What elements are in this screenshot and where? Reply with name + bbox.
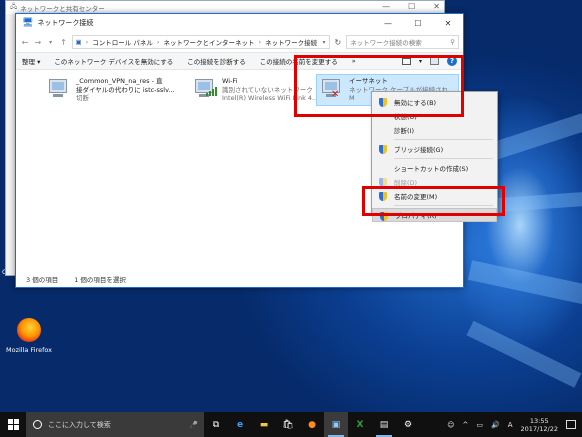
selected-count: 1 個の項目を選択 bbox=[74, 276, 126, 284]
firefox-icon[interactable]: ● bbox=[300, 412, 324, 437]
search-icon: ⚲ bbox=[450, 38, 455, 46]
menu-item-label: ブリッジ接続(G) bbox=[394, 146, 444, 154]
network-icon: 🖧 bbox=[10, 2, 18, 10]
close-icon[interactable]: ✕ bbox=[433, 2, 440, 11]
search-input[interactable]: ネットワーク接続の検索 ⚲ bbox=[346, 35, 459, 49]
breadcrumb-control-panel[interactable]: コントロール パネル bbox=[92, 37, 153, 47]
desktop-icon-firefox[interactable]: Mozilla Firefox bbox=[6, 318, 52, 354]
menu-separator bbox=[394, 139, 493, 140]
address-bar[interactable]: ▣ › コントロール パネル › ネットワークとインターネット › ネットワーク… bbox=[71, 35, 330, 49]
file-explorer-icon[interactable]: ▬ bbox=[252, 412, 276, 437]
uac-shield-icon bbox=[379, 145, 387, 154]
start-button[interactable] bbox=[0, 412, 26, 437]
network-connections-icon[interactable]: ▣ bbox=[324, 412, 348, 437]
forward-arrow-icon[interactable]: → bbox=[33, 38, 43, 47]
task-view-icon[interactable]: ⧉ bbox=[204, 412, 228, 437]
connection-vpn[interactable]: _Common_VPN_na_res - 直 接ダイヤルの代わりに istc-s… bbox=[46, 77, 196, 103]
menu-item-label: 診断(I) bbox=[394, 127, 414, 135]
window-title: ネットワーク接続 bbox=[37, 19, 94, 27]
show-hidden-icons-chevron-icon[interactable]: ^ bbox=[463, 421, 469, 429]
breadcrumb-separator: › bbox=[156, 38, 160, 46]
connection-detail: 接ダイヤルの代わりに istc-sslv... bbox=[76, 85, 175, 94]
action-center-icon[interactable] bbox=[566, 420, 576, 429]
microphone-icon[interactable]: 🎤 bbox=[189, 421, 198, 429]
status-bar: 3 個の項目 1 個の項目を選択 bbox=[16, 271, 463, 287]
connection-status: 切断 bbox=[76, 94, 89, 102]
light-ray bbox=[466, 320, 582, 388]
control-panel-icon: ▣ bbox=[75, 38, 82, 46]
volume-icon[interactable]: 🔊 bbox=[491, 421, 500, 429]
clock[interactable]: 13:55 2017/12/22 bbox=[521, 417, 558, 433]
system-tray: ☺ ^ ▭ 🔊 A 13:55 2017/12/22 bbox=[447, 417, 582, 433]
firefox-icon bbox=[17, 318, 41, 342]
menu-separator bbox=[394, 158, 493, 159]
edge-icon[interactable]: e bbox=[228, 412, 252, 437]
menu-item-label: ショートカットの作成(S) bbox=[394, 165, 469, 173]
recent-chevron-icon[interactable]: ▾ bbox=[46, 39, 56, 46]
highlight-box-ethernet bbox=[294, 55, 464, 117]
menu-item-diagnose[interactable]: 診断(I) bbox=[372, 123, 497, 137]
minimize-icon[interactable]: — bbox=[382, 2, 390, 11]
breadcrumb-network-connections[interactable]: ネットワーク接続 bbox=[265, 37, 317, 47]
back-arrow-icon[interactable]: ← bbox=[20, 38, 30, 47]
breadcrumb-network-internet[interactable]: ネットワークとインターネット bbox=[163, 37, 254, 47]
settings-icon[interactable]: ⚙ bbox=[396, 412, 420, 437]
diagnose-button[interactable]: この接続を診断する bbox=[187, 56, 246, 66]
connection-name: _Common_VPN_na_res - 直 bbox=[76, 77, 163, 85]
clock-time: 13:55 bbox=[529, 416, 549, 425]
address-dropdown-icon[interactable]: ▾ bbox=[323, 39, 326, 46]
back-window-title: ネットワークと共有センター bbox=[20, 4, 105, 13]
light-ray bbox=[467, 260, 582, 305]
search-placeholder: ネットワーク接続の検索 bbox=[350, 39, 422, 47]
highlight-box-properties bbox=[362, 186, 505, 216]
store-icon[interactable]: 🛍 bbox=[276, 412, 300, 437]
menu-item-create-shortcut[interactable]: ショートカットの作成(S) bbox=[372, 161, 497, 175]
refresh-icon[interactable]: ↻ bbox=[335, 38, 342, 47]
people-icon[interactable]: ☺ bbox=[447, 421, 454, 429]
up-arrow-icon[interactable]: ↑ bbox=[59, 38, 69, 47]
window-controls: — ☐ ✕ bbox=[373, 14, 463, 32]
address-row: ← → ▾ ↑ ▣ › コントロール パネル › ネットワークとインターネット … bbox=[16, 32, 463, 52]
vpn-adapter-icon bbox=[46, 77, 72, 103]
network-tray-icon[interactable]: ▭ bbox=[476, 421, 483, 429]
network-connections-icon: 🖥 bbox=[22, 18, 34, 28]
desktop-icon-label: Mozilla Firefox bbox=[6, 346, 52, 354]
maximize-button[interactable]: ☐ bbox=[403, 14, 433, 32]
breadcrumb-separator: › bbox=[85, 38, 89, 46]
breadcrumb-separator: › bbox=[258, 38, 262, 46]
item-count: 3 個の項目 bbox=[26, 276, 59, 284]
ime-indicator[interactable]: A bbox=[508, 421, 513, 429]
control-panel-icon[interactable]: ▤ bbox=[372, 412, 396, 437]
menu-item-bridge[interactable]: ブリッジ接続(G) bbox=[372, 142, 497, 156]
taskbar-search-placeholder: ここに入力して検索 bbox=[48, 420, 111, 429]
organize-button[interactable]: 整理 ▾ bbox=[22, 56, 40, 66]
windows-logo-icon bbox=[7, 419, 19, 430]
wifi-adapter-icon bbox=[192, 77, 218, 103]
back-window-controls: — ☐ ✕ bbox=[382, 2, 440, 11]
clock-date: 2017/12/22 bbox=[520, 424, 558, 433]
maximize-icon[interactable]: ☐ bbox=[408, 2, 415, 11]
excel-icon[interactable]: X bbox=[348, 412, 372, 437]
cortana-icon bbox=[33, 420, 42, 429]
close-button[interactable]: ✕ bbox=[433, 14, 463, 32]
minimize-button[interactable]: — bbox=[373, 14, 403, 32]
taskbar-search-input[interactable]: ここに入力して検索 🎤 bbox=[26, 412, 204, 437]
disable-device-button[interactable]: このネットワーク デバイスを無効にする bbox=[54, 56, 173, 66]
taskbar: ここに入力して検索 🎤 ⧉ e ▬ 🛍 ● ▣ X ▤ ⚙ ☺ ^ ▭ 🔊 A … bbox=[0, 412, 582, 437]
connection-vpn-text: _Common_VPN_na_res - 直 接ダイヤルの代わりに istc-s… bbox=[76, 77, 175, 103]
